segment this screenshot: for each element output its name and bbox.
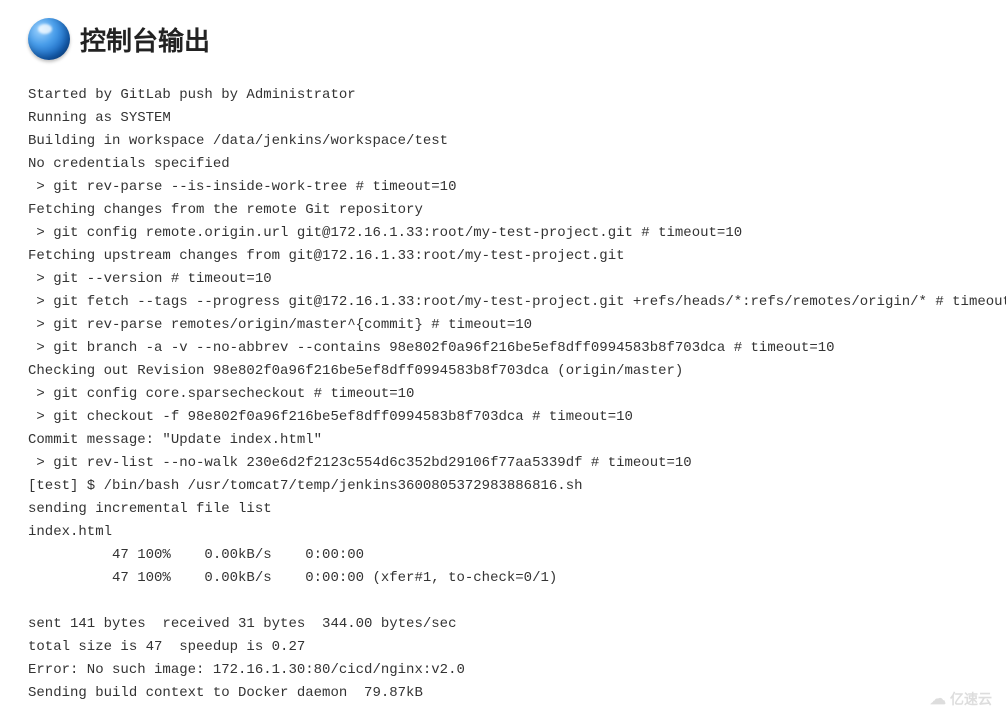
page-title: 控制台输出 [80,21,210,58]
console-line: 47 100% 0.00kB/s 0:00:00 (xfer#1, to-che… [28,567,978,590]
watermark-text: 亿速云 [950,689,992,709]
cloud-icon: ☁ [930,689,946,709]
console-line: 47 100% 0.00kB/s 0:00:00 [28,544,978,567]
console-line: Error: No such image: 172.16.1.30:80/cic… [28,659,978,682]
watermark: ☁ 亿速云 [930,689,992,709]
console-line: Started by GitLab push by Administrator [28,84,978,107]
console-line: No credentials specified [28,153,978,176]
console-line: index.html [28,521,978,544]
console-line: > git checkout -f 98e802f0a96f216be5ef8d… [28,406,978,429]
console-line: Fetching upstream changes from git@172.1… [28,245,978,268]
console-line: sent 141 bytes received 31 bytes 344.00 … [28,613,978,636]
console-line: total size is 47 speedup is 0.27 [28,636,978,659]
console-line: > git rev-list --no-walk 230e6d2f2123c55… [28,452,978,475]
console-line: > git branch -a -v --no-abbrev --contain… [28,337,978,360]
console-line: > git config remote.origin.url git@172.1… [28,222,978,245]
console-line: > git config core.sparsecheckout # timeo… [28,383,978,406]
console-line: [test] $ /bin/bash /usr/tomcat7/temp/jen… [28,475,978,498]
console-line: > git --version # timeout=10 [28,268,978,291]
console-line: Fetching changes from the remote Git rep… [28,199,978,222]
console-line: > git rev-parse --is-inside-work-tree # … [28,176,978,199]
console-output: Started by GitLab push by AdministratorR… [28,84,978,705]
status-ball-icon [28,18,70,60]
console-header: 控制台输出 [28,18,978,60]
console-line: Sending build context to Docker daemon 7… [28,682,978,705]
console-line: sending incremental file list [28,498,978,521]
console-line: > git rev-parse remotes/origin/master^{c… [28,314,978,337]
console-line [28,590,978,613]
console-line: > git fetch --tags --progress git@172.16… [28,291,978,314]
console-line: Building in workspace /data/jenkins/work… [28,130,978,153]
console-line: Checking out Revision 98e802f0a96f216be5… [28,360,978,383]
console-line: Commit message: "Update index.html" [28,429,978,452]
console-line: Running as SYSTEM [28,107,978,130]
